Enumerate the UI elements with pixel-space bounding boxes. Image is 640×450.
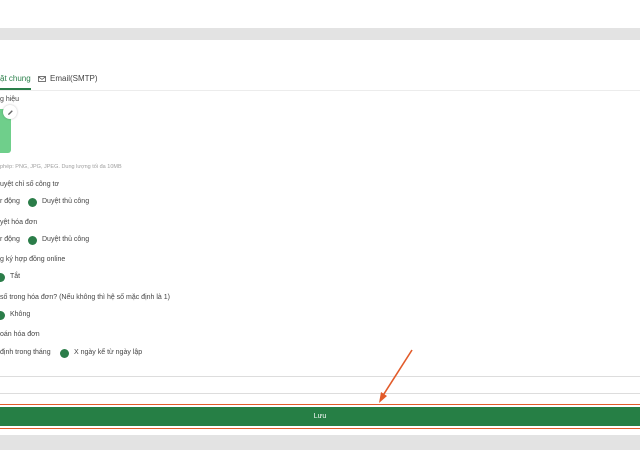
- radio-selected-icon: [28, 235, 37, 245]
- online-contract-off[interactable]: Tắt: [0, 271, 20, 283]
- invoice-due-xdays-label: X ngày kể từ ngày lập: [74, 349, 143, 356]
- tab-email-smtp[interactable]: Email(SMTP): [38, 74, 98, 84]
- field-divider: [0, 393, 640, 394]
- invoice-due-fixed[interactable]: định trong tháng: [0, 347, 51, 359]
- invoice-due-fixed-label: định trong tháng: [0, 349, 51, 356]
- pencil-icon: [7, 109, 13, 115]
- tab-email-label: Email(SMTP): [50, 74, 98, 83]
- invoice-due-xdays[interactable]: X ngày kể từ ngày lập: [60, 347, 142, 359]
- online-contract-label: g ký hợp đồng online: [0, 256, 66, 263]
- field-divider: [0, 376, 640, 377]
- upload-hint: phép: PNG, JPG, JPEG. Dung lượng tối đa …: [0, 164, 122, 170]
- invoice-approval-manual[interactable]: Duyệt thủ công: [28, 234, 89, 246]
- invoice-due-options: định trong tháng X ngày kể từ ngày lập: [0, 347, 640, 359]
- invoice-approval-auto[interactable]: r động: [0, 234, 20, 246]
- invoice-approval-label: yệt hóa đơn: [0, 219, 38, 226]
- invoice-number-label: số trong hóa đơn? (Nếu không thì hệ số m…: [0, 294, 170, 301]
- meter-approval-options: r động Duyệt thủ công: [0, 196, 640, 208]
- radio-selected-icon: [28, 197, 37, 207]
- invoice-approval-manual-label: Duyệt thủ công: [42, 236, 90, 243]
- page-footer-strip: [0, 435, 640, 450]
- invoice-due-label: oán hóa đơn: [0, 331, 40, 338]
- brand-label: g hiệu: [0, 96, 20, 103]
- invoice-approval-auto-label: r động: [0, 236, 20, 243]
- top-bar: [0, 0, 640, 28]
- meter-approval-auto[interactable]: r động: [0, 196, 20, 208]
- online-contract-off-label: Tắt: [10, 273, 21, 280]
- radio-selected-icon: [0, 310, 5, 320]
- invoice-number-no[interactable]: Không: [0, 309, 30, 321]
- invoice-number-options: Không: [0, 309, 640, 321]
- meter-approval-manual-label: Duyệt thủ công: [42, 198, 90, 205]
- radio-selected-icon: [60, 348, 69, 358]
- invoice-approval-options: r động Duyệt thủ công: [0, 234, 640, 246]
- edit-logo-button[interactable]: [3, 105, 17, 119]
- invoice-number-no-label: Không: [10, 311, 31, 318]
- meter-approval-auto-label: r động: [0, 198, 20, 205]
- page-header-strip: [0, 28, 640, 40]
- save-button-highlight: Lưu: [0, 404, 640, 429]
- meter-approval-label: uyệt chỉ số công tơ: [0, 181, 60, 188]
- radio-selected-icon: [0, 272, 5, 282]
- active-tab-indicator: [0, 88, 31, 90]
- online-contract-options: Tắt: [0, 271, 640, 283]
- meter-approval-manual[interactable]: Duyệt thủ công: [28, 196, 89, 208]
- mail-icon: [38, 76, 46, 82]
- save-button[interactable]: Lưu: [0, 407, 640, 426]
- tab-general[interactable]: ặt chung: [0, 74, 31, 84]
- settings-tabs: ặt chung Email(SMTP): [0, 70, 640, 91]
